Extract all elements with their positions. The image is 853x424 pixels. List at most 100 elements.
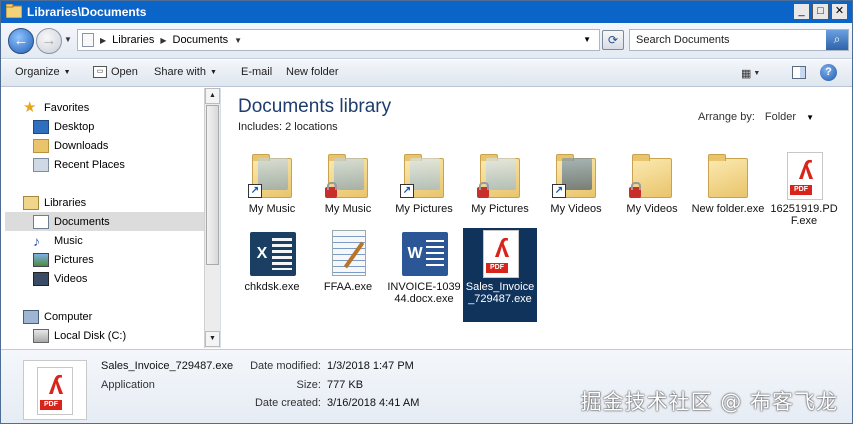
date-created-value[interactable]: 3/16/2018 4:41 AM: [327, 397, 419, 409]
chevron-down-icon: ▼: [806, 112, 814, 122]
excel-icon: X: [246, 230, 298, 278]
content-pane: Documents library Includes: 2 locations …: [222, 88, 852, 348]
size-label: Size:: [296, 379, 321, 391]
file-item[interactable]: My Videos: [615, 152, 689, 215]
title-bar[interactable]: Libraries\Documents _ □ ✕: [1, 1, 852, 23]
email-button[interactable]: E-mail: [241, 66, 272, 78]
file-item[interactable]: ↗ My Pictures: [387, 152, 461, 215]
view-grid-icon: ▦: [741, 67, 752, 80]
file-item[interactable]: W INVOICE-103944.docx.exe: [387, 230, 461, 305]
folder-pictures-locked-icon: [474, 152, 526, 200]
chevron-down-icon[interactable]: ▼: [234, 36, 242, 45]
search-box: ⌕: [629, 29, 849, 51]
nav-scrollbar[interactable]: ▲ ▼: [204, 88, 220, 348]
search-button[interactable]: ⌕: [826, 30, 848, 50]
minimize-button[interactable]: _: [793, 3, 810, 20]
nav-favorites[interactable]: ★ Favorites: [23, 98, 225, 117]
notepad-icon: [322, 230, 374, 278]
nav-videos-label: Videos: [54, 272, 88, 285]
search-input[interactable]: [630, 30, 826, 50]
file-item[interactable]: ↗ My Videos: [539, 152, 613, 215]
watermark: 掘金技术社区 @ 布客飞龙: [580, 390, 838, 414]
arrange-by-value: Folder: [764, 111, 797, 123]
folder-videos-shortcut-icon: ↗: [550, 152, 602, 200]
date-modified-label: Date modified:: [250, 360, 321, 372]
organize-button[interactable]: Organize ▼: [15, 66, 71, 78]
date-modified-value[interactable]: 1/3/2018 1:47 PM: [327, 360, 414, 372]
address-bar: ← → ▼ ▶ Libraries ▶ Documents ▼ ▼ ⟳ ⌕: [1, 23, 852, 59]
folder-music-shortcut-icon: ↗: [246, 152, 298, 200]
pdf-icon: ʎ PDF: [778, 152, 830, 200]
file-item[interactable]: FFAA.exe: [311, 230, 385, 293]
details-file-name: Sales_Invoice_729487.exe: [101, 360, 234, 372]
search-icon: ⌕: [833, 32, 841, 46]
scroll-down-button[interactable]: ▼: [205, 331, 220, 347]
address-history-dropdown[interactable]: ▼: [583, 35, 591, 44]
file-item-label: My Music: [248, 203, 296, 215]
nav-desktop-label: Desktop: [54, 120, 95, 133]
includes-label: Includes:: [238, 121, 283, 133]
back-button[interactable]: ←: [8, 28, 34, 54]
file-item-label: My Pictures: [395, 203, 453, 215]
file-item-label: INVOICE-103944.docx.exe: [387, 281, 461, 305]
nav-computer[interactable]: Computer: [23, 307, 225, 326]
folder-icon: [702, 152, 754, 200]
file-item[interactable]: My Pictures: [463, 152, 537, 215]
includes-locations-link[interactable]: 2 locations: [285, 121, 338, 133]
arrange-by-dropdown[interactable]: Folder ▼: [765, 111, 814, 123]
file-item-label: FFAA.exe: [323, 281, 373, 293]
file-item[interactable]: ↗ My Music: [235, 152, 309, 215]
file-item-selected[interactable]: ʎ PDF Sales_Invoice_729487.exe: [463, 228, 537, 322]
organize-label: Organize: [15, 66, 60, 78]
downloads-folder-icon: [33, 138, 49, 153]
chevron-right-icon[interactable]: ▶: [100, 36, 106, 45]
refresh-icon: ⟳: [607, 33, 619, 47]
scroll-up-button[interactable]: ▲: [205, 88, 220, 104]
folder-icon: [6, 4, 22, 18]
window-title: Libraries\Documents: [27, 5, 147, 19]
open-label: Open: [111, 66, 138, 78]
new-folder-label: New folder: [286, 66, 339, 78]
file-item[interactable]: New folder.exe: [691, 152, 765, 215]
nav-favorites-label: Favorites: [44, 101, 90, 114]
nav-local-disk-label: Local Disk (C:): [54, 329, 127, 342]
arrange-by: Arrange by: Folder ▼: [698, 111, 814, 123]
details-pane: ʎ PDF Sales_Invoice_729487.exe Applicatio…: [1, 349, 852, 423]
recent-pages-dropdown[interactable]: ▼: [64, 35, 72, 44]
breadcrumb-libraries[interactable]: Libraries: [112, 34, 154, 46]
nav-libraries[interactable]: Libraries: [23, 193, 225, 212]
breadcrumb[interactable]: ▶ Libraries ▶ Documents ▼ ▼: [77, 29, 600, 51]
library-includes: Includes: 2 locations: [238, 121, 338, 133]
file-item-label: My Pictures: [471, 203, 529, 215]
chevron-right-icon[interactable]: ▶: [160, 36, 166, 45]
breadcrumb-documents[interactable]: Documents: [173, 34, 229, 46]
file-item-label: My Videos: [550, 203, 602, 215]
scroll-thumb[interactable]: [206, 105, 219, 265]
file-item-label: My Videos: [626, 203, 678, 215]
library-icon: [82, 33, 94, 47]
file-item[interactable]: My Music: [311, 152, 385, 215]
nav-documents[interactable]: Documents: [5, 212, 204, 231]
preview-pane-button[interactable]: [792, 66, 806, 79]
new-folder-button[interactable]: New folder: [286, 66, 339, 78]
file-item[interactable]: X chkdsk.exe: [235, 230, 309, 293]
command-bar: Organize ▼ ▭ Open Share with ▼ E-mail Ne…: [1, 60, 852, 87]
nav-recent-places-label: Recent Places: [54, 158, 125, 171]
chevron-down-icon: ▼: [753, 69, 761, 77]
nav-libraries-label: Libraries: [44, 196, 87, 209]
help-button[interactable]: ?: [820, 64, 837, 81]
refresh-button[interactable]: ⟳: [602, 30, 624, 50]
open-button[interactable]: ▭ Open: [93, 66, 138, 78]
hard-disk-icon: [33, 328, 49, 343]
nav-documents-label: Documents: [54, 215, 110, 228]
file-item[interactable]: ʎ PDF 16251919.PDF.exe: [767, 152, 841, 227]
forward-button[interactable]: →: [36, 28, 62, 54]
explorer-window: Libraries\Documents _ □ ✕ ← → ▼ ▶ Librar…: [0, 0, 853, 424]
desktop-icon: [33, 119, 49, 134]
change-view-button[interactable]: ▦ ▼: [741, 65, 765, 81]
maximize-button[interactable]: □: [812, 3, 829, 20]
computer-icon: [23, 309, 39, 324]
share-with-button[interactable]: Share with ▼: [154, 66, 217, 78]
file-item-label: 16251919.PDF.exe: [770, 203, 838, 227]
close-button[interactable]: ✕: [831, 3, 848, 20]
